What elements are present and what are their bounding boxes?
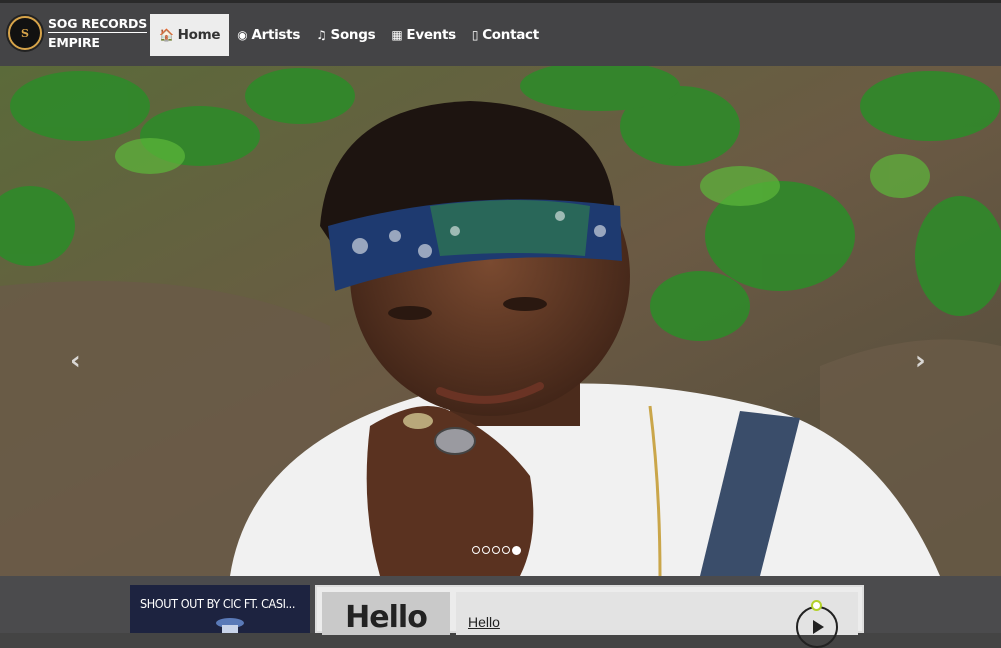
brand-name[interactable]: SOG RECORDS EMPIRE [48, 16, 147, 50]
nav-item-label: Home [177, 27, 221, 43]
carousel-indicator[interactable] [502, 546, 510, 554]
brand-name-line1: SOG RECORDS [48, 16, 148, 33]
nav-item-label: Events [406, 27, 456, 43]
hero-carousel[interactable]: ‹ › [0, 66, 1001, 576]
media-strip: SHOUT OUT BY CIC FT. CASI... Hello Hello [0, 576, 1001, 648]
carousel-indicators [472, 546, 521, 555]
phone-icon: ▯ [471, 28, 479, 42]
carousel-indicator[interactable] [472, 546, 480, 554]
nav-item-contact[interactable]: ▯ Contact [464, 14, 547, 56]
nav-item-label: Artists [251, 27, 301, 43]
brand[interactable]: S SOG RECORDS EMPIRE [8, 16, 147, 50]
audio-player: Hello Hello [315, 585, 864, 648]
home-icon: 🏠 [159, 28, 174, 42]
video-thumbnail-figure [216, 618, 244, 633]
carousel-indicator[interactable] [482, 546, 490, 554]
nav-item-songs[interactable]: ♫ Songs [308, 14, 383, 56]
music-note-icon: ♫ [316, 28, 327, 42]
carousel-indicator-active[interactable] [512, 546, 521, 555]
video-title: SHOUT OUT BY CIC FT. CASI... [140, 596, 295, 611]
track-title-link[interactable]: Hello [468, 614, 500, 630]
main-nav: 🏠 Home ◉ Artists ♫ Songs ▦ Events ▯ Cont… [150, 14, 547, 56]
carousel-indicator[interactable] [492, 546, 500, 554]
calendar-icon: ▦ [391, 28, 403, 42]
track-panel: Hello [456, 592, 858, 648]
play-button[interactable] [796, 606, 838, 648]
nav-item-home[interactable]: 🏠 Home [150, 14, 230, 56]
carousel-prev-icon[interactable]: ‹ [70, 346, 81, 376]
video-thumbnail[interactable]: SHOUT OUT BY CIC FT. CASI... [130, 585, 310, 633]
carousel-slide-image [0, 66, 1001, 576]
play-icon [813, 620, 824, 634]
album-cover: Hello [322, 592, 450, 635]
nav-item-events[interactable]: ▦ Events [383, 14, 464, 56]
nav-item-artists[interactable]: ◉ Artists [229, 14, 308, 56]
progress-knob[interactable] [811, 600, 822, 611]
brand-name-line2: EMPIRE [48, 35, 100, 50]
brand-logo[interactable]: S [8, 16, 42, 50]
nav-item-label: Contact [482, 27, 539, 43]
carousel-next-icon[interactable]: › [915, 346, 926, 376]
navbar: S SOG RECORDS EMPIRE 🏠 Home ◉ Artists ♫ … [0, 0, 1001, 66]
nav-item-label: Songs [330, 27, 376, 43]
user-circle-icon: ◉ [237, 28, 248, 42]
